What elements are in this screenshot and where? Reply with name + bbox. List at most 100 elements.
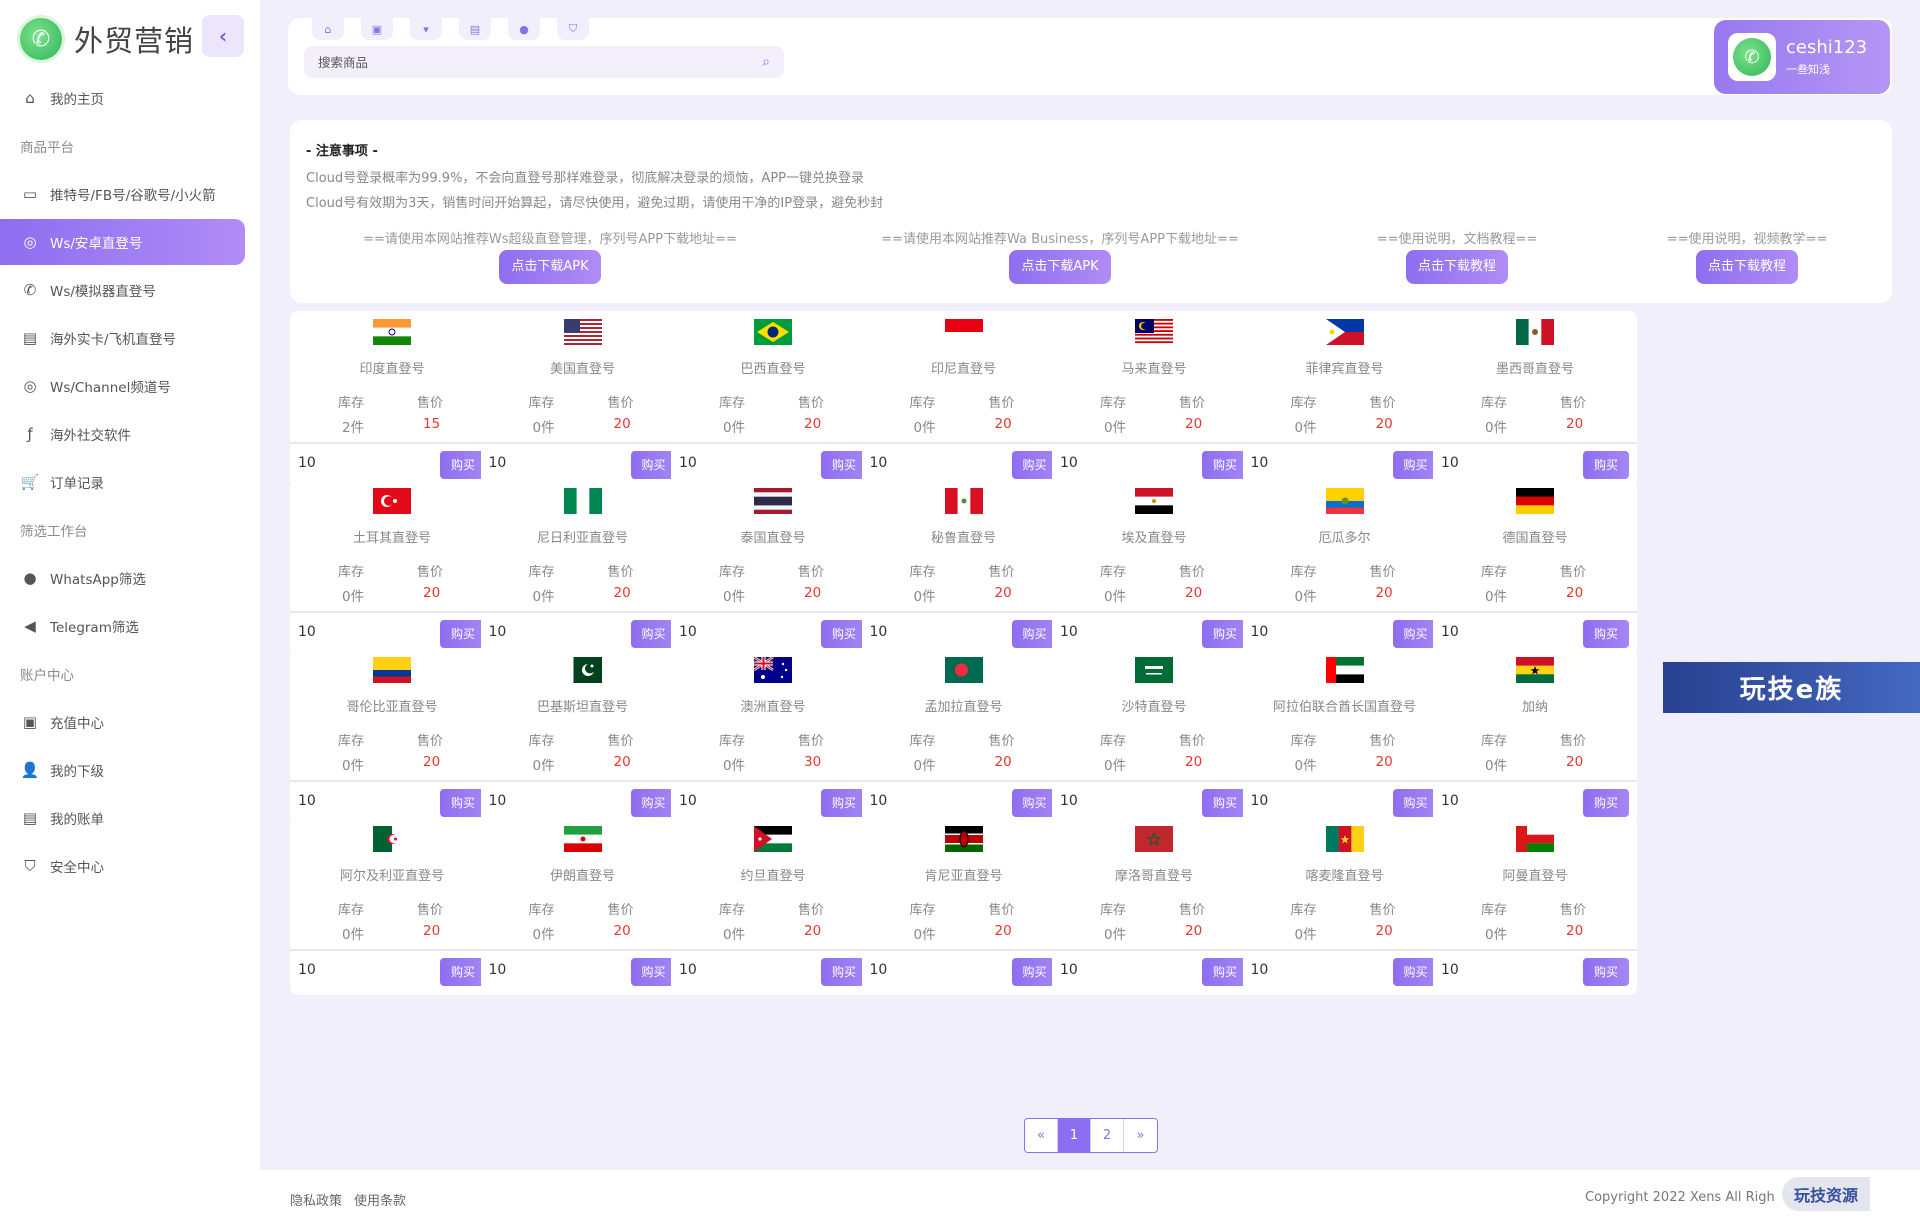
quantity-input[interactable]: 10: [489, 624, 507, 640]
quantity-input[interactable]: 10: [870, 624, 888, 640]
quick-tab[interactable]: ▣: [361, 18, 393, 40]
quantity-input[interactable]: 10: [1441, 962, 1459, 978]
quantity-input[interactable]: 10: [1251, 624, 1269, 640]
sidebar-item[interactable]: ✆ Ws/模拟器直登号: [0, 266, 260, 314]
sidebar-item[interactable]: ◎ Ws/安卓直登号: [0, 219, 245, 265]
quantity-input[interactable]: 10: [489, 962, 507, 978]
page-button[interactable]: 2: [1091, 1119, 1124, 1152]
sidebar-item[interactable]: ƒ 海外社交软件: [0, 410, 260, 458]
search-icon[interactable]: ⌕: [762, 54, 770, 70]
buy-button[interactable]: 购买: [1583, 958, 1629, 986]
buy-button[interactable]: 购买: [1583, 789, 1629, 817]
buy-button[interactable]: 购买: [1583, 451, 1629, 479]
quantity-input[interactable]: 10: [870, 962, 888, 978]
quantity-input[interactable]: 10: [679, 962, 697, 978]
sidebar-item[interactable]: ▣ 充值中心: [0, 698, 260, 746]
buy-button[interactable]: 购买: [821, 620, 867, 648]
quantity-input[interactable]: 10: [679, 455, 697, 471]
buy-button[interactable]: 购买: [1011, 958, 1058, 986]
search-box[interactable]: ⌕: [304, 46, 784, 78]
sidebar-item[interactable]: ▭ 推特号/FB号/谷歌号/小火箭: [0, 170, 260, 218]
flag-india-icon: [373, 319, 411, 346]
buy-button[interactable]: 购买: [1011, 789, 1058, 817]
buy-button[interactable]: 购买: [630, 958, 677, 986]
buy-button[interactable]: 购买: [821, 451, 867, 479]
sidebar-item[interactable]: ⛉ 安全中心: [0, 842, 260, 890]
product-card: 哥伦比亚直登号 库存 售价 0件 20 10 购买: [290, 649, 494, 826]
quantity-input[interactable]: 10: [1441, 793, 1459, 809]
quantity-input[interactable]: 10: [1251, 455, 1269, 471]
download-apk-button[interactable]: 点击下载APK: [1009, 250, 1111, 284]
product-card: 尼日利亚直登号 库存 售价 0件 20 10 购买: [480, 480, 685, 657]
card-divider: [1052, 949, 1256, 951]
buy-button[interactable]: 购买: [1392, 451, 1439, 479]
search-input[interactable]: [318, 54, 763, 70]
quantity-input[interactable]: 10: [870, 793, 888, 809]
buy-button[interactable]: 购买: [1392, 789, 1439, 817]
buy-button[interactable]: 购买: [440, 789, 486, 817]
collapse-sidebar-button[interactable]: ‹: [202, 15, 244, 57]
buy-button[interactable]: 购买: [1011, 620, 1058, 648]
quantity-input[interactable]: 10: [1060, 624, 1078, 640]
quantity-input[interactable]: 10: [1251, 962, 1269, 978]
buy-button[interactable]: 购买: [1202, 789, 1248, 817]
quantity-input[interactable]: 10: [679, 624, 697, 640]
buy-button[interactable]: 购买: [821, 789, 867, 817]
sidebar-item[interactable]: ● WhatsApp筛选: [0, 554, 260, 602]
quick-tab[interactable]: ⛉: [557, 18, 589, 40]
quick-tab[interactable]: ⌂: [312, 18, 344, 40]
privacy-link[interactable]: 隐私政策: [290, 1190, 342, 1209]
quick-tab[interactable]: ▾: [410, 18, 442, 40]
prev-page-button[interactable]: «: [1025, 1119, 1058, 1152]
next-page-button[interactable]: »: [1124, 1119, 1157, 1152]
price-value: 20: [804, 923, 822, 939]
buy-button[interactable]: 购买: [1583, 620, 1629, 648]
page-button[interactable]: 1: [1058, 1119, 1091, 1152]
quantity-input[interactable]: 10: [298, 455, 316, 471]
buy-button[interactable]: 购买: [630, 620, 677, 648]
flag-pakistan-icon: [563, 657, 602, 683]
buy-button[interactable]: 购买: [630, 789, 677, 817]
sidebar-item[interactable]: ▤ 我的账单: [0, 794, 260, 842]
quantity-input[interactable]: 10: [679, 793, 697, 809]
sidebar-item[interactable]: 👤 我的下级: [0, 746, 260, 794]
quantity-input[interactable]: 10: [1441, 455, 1459, 471]
quantity-input[interactable]: 10: [1060, 962, 1078, 978]
flag-australia-icon: [753, 655, 792, 683]
quantity-input[interactable]: 10: [870, 455, 888, 471]
download-tutorial-button[interactable]: 点击下载教程: [1695, 250, 1798, 284]
sidebar-item[interactable]: ⌂ 我的主页: [0, 74, 260, 122]
quantity-input[interactable]: 10: [489, 455, 507, 471]
buy-button[interactable]: 购买: [821, 958, 867, 986]
buy-button[interactable]: 购买: [1202, 958, 1248, 986]
quantity-input[interactable]: 10: [298, 793, 316, 809]
quick-tab[interactable]: ▤: [459, 18, 491, 40]
buy-button[interactable]: 购买: [1202, 451, 1248, 479]
buy-button[interactable]: 购买: [630, 451, 677, 479]
buy-button[interactable]: 购买: [1392, 958, 1439, 986]
quantity-input[interactable]: 10: [1441, 624, 1459, 640]
quantity-input[interactable]: 10: [1060, 793, 1078, 809]
sidebar-item[interactable]: ◎ Ws/Channel频道号: [0, 362, 260, 410]
sidebar-item[interactable]: ◀ Telegram筛选: [0, 602, 260, 650]
quantity-input[interactable]: 10: [298, 962, 316, 978]
quantity-input[interactable]: 10: [1251, 793, 1269, 809]
quantity-input[interactable]: 10: [298, 624, 316, 640]
buy-button[interactable]: 购买: [440, 958, 486, 986]
download-apk-button[interactable]: 点击下载APK: [499, 250, 601, 284]
buy-button[interactable]: 购买: [440, 620, 486, 648]
buy-button[interactable]: 购买: [1202, 620, 1248, 648]
buy-button[interactable]: 购买: [440, 451, 486, 479]
sidebar-item[interactable]: 🛒 订单记录: [0, 458, 260, 506]
quantity-input[interactable]: 10: [1060, 455, 1078, 471]
quick-tab[interactable]: ●: [508, 18, 540, 40]
buy-button[interactable]: 购买: [1392, 620, 1439, 648]
buy-button[interactable]: 购买: [1011, 451, 1058, 479]
quantity-input[interactable]: 10: [489, 793, 507, 809]
brand[interactable]: ✆ 外贸营销: [20, 16, 194, 62]
download-tutorial-button[interactable]: 点击下载教程: [1405, 250, 1508, 284]
user-card[interactable]: ✆ ceshi123 一叁知浅: [1714, 20, 1890, 94]
sidebar-item[interactable]: ▤ 海外实卡/飞机直登号: [0, 314, 260, 362]
terms-link[interactable]: 使用条款: [354, 1190, 406, 1209]
download-row: ==请使用本网站推荐Ws超级直登管理，序列号APP下载地址== 点击下载APK …: [290, 228, 1892, 298]
